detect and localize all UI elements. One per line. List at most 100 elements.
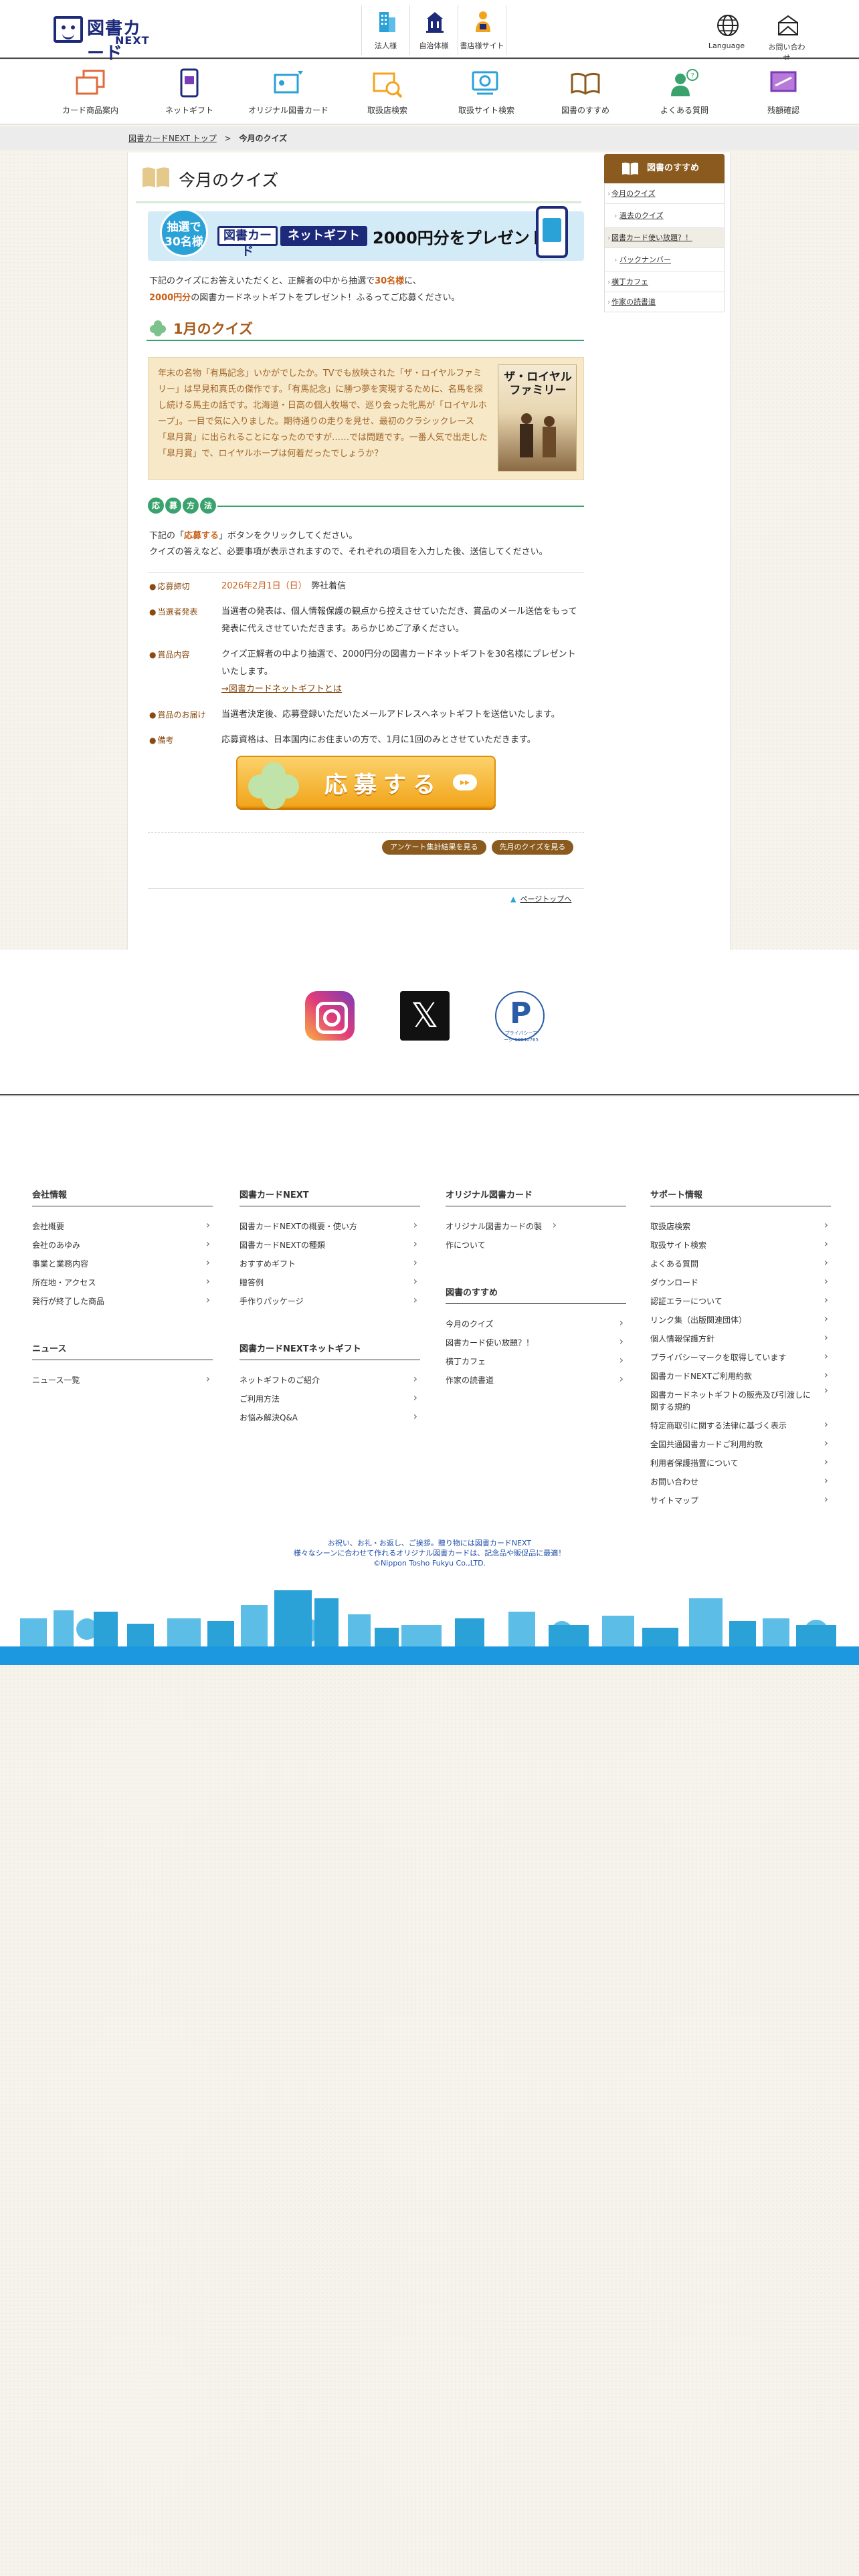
footer-link[interactable]: 横丁カフェ bbox=[446, 1351, 626, 1371]
privacy-mark-icon[interactable]: P プライバシーマーク 10840765 bbox=[495, 991, 545, 1043]
side-nav-item-unlimited[interactable]: 図書カード使い放題？！ bbox=[605, 227, 724, 248]
smartphone-icon bbox=[536, 206, 568, 258]
side-nav-item-backnumber[interactable]: バックナンバー bbox=[605, 247, 724, 272]
footer-link[interactable]: 図書カード使い放題？！ bbox=[446, 1332, 626, 1352]
gnav-item-original-card[interactable]: オリジナル図書カード bbox=[245, 60, 332, 124]
page-top-link[interactable]: ページトップへ bbox=[520, 895, 571, 903]
footer-link[interactable]: 図書カードNEXTご利用約款 bbox=[650, 1366, 831, 1386]
footer-list: オリジナル図書カードの製作について bbox=[446, 1216, 626, 1255]
side-nav-item-cafe[interactable]: 横丁カフェ bbox=[605, 272, 724, 292]
cards-icon bbox=[76, 70, 105, 95]
footer-column-4: サポート情報 取扱店検索 取扱サイト検索 よくある質問 ダウンロード 認証エラー… bbox=[650, 1188, 831, 1541]
footer-link[interactable]: 作家の読書道 bbox=[446, 1370, 626, 1390]
svg-text:?: ? bbox=[690, 72, 694, 80]
side-nav-item-author[interactable]: 作家の読書道 bbox=[605, 292, 724, 312]
footer-link[interactable]: 図書カードNEXTの概要・使い方 bbox=[240, 1216, 420, 1236]
footer-link[interactable]: 全国共通図書カードご利用約款 bbox=[650, 1434, 831, 1454]
balance-card-icon bbox=[770, 71, 797, 92]
footer-link[interactable]: ニュース一覧 bbox=[32, 1370, 213, 1390]
footer-link[interactable]: 贈答例 bbox=[240, 1272, 420, 1292]
side-nav-list: 今月のクイズ 過去のクイズ 図書カード使い放題？！ バックナンバー 横丁カフェ … bbox=[604, 183, 725, 312]
info-label: 当選者発表 bbox=[149, 603, 221, 638]
side-nav-link[interactable]: 横丁カフェ bbox=[611, 278, 648, 286]
privacy-mark-number: プライバシーマーク 10840765 bbox=[504, 1031, 539, 1043]
instagram-icon[interactable] bbox=[305, 991, 355, 1041]
footer-link[interactable]: 認証エラーについて bbox=[650, 1291, 831, 1311]
banner-present-text: 2000円分をプレゼント! bbox=[373, 229, 553, 247]
footer-link[interactable]: ダウンロード bbox=[650, 1272, 831, 1292]
net-gift-about-link[interactable]: →図書カードネットギフトとは bbox=[221, 684, 342, 694]
header-link-municipality[interactable]: 自治体様 bbox=[410, 5, 458, 55]
footer-link[interactable]: 今月のクイズ bbox=[446, 1313, 626, 1333]
gnav-item-site-search[interactable]: 取扱サイト検索 bbox=[443, 60, 530, 124]
gnav-item-store-search[interactable]: 取扱店検索 bbox=[344, 60, 431, 124]
footer-column-2: 図書カードNEXT 図書カードNEXTの概要・使い方 図書カードNEXTの種類 … bbox=[240, 1188, 420, 1458]
building-icon bbox=[379, 12, 395, 32]
footer-link[interactable]: プライバシーマークを取得しています bbox=[650, 1347, 831, 1367]
footer-link[interactable]: リンク集（出版関連団体） bbox=[650, 1309, 831, 1329]
gnav-item-card-products[interactable]: カード商品案内 bbox=[47, 60, 134, 124]
apply-button[interactable]: 応募する ▸▸ bbox=[236, 756, 496, 809]
gnav-item-balance[interactable]: 残額確認 bbox=[740, 60, 827, 124]
apply-method-char: 募 bbox=[165, 498, 181, 514]
language-label: Language bbox=[708, 41, 745, 50]
header-link-bookstore[interactable]: 書店様サイト bbox=[458, 5, 506, 55]
info-label: 備考 bbox=[149, 732, 221, 749]
footer-link[interactable]: 個人情報保護方針 bbox=[650, 1328, 831, 1348]
side-nav-link[interactable]: 図書カード使い放題？！ bbox=[611, 233, 692, 242]
site-logo[interactable]: 図書カード NEXT bbox=[54, 13, 158, 64]
gnav-item-faq[interactable]: ? よくある質問 bbox=[641, 60, 728, 124]
x-twitter-icon[interactable]: 𝕏 bbox=[400, 991, 450, 1041]
footer-heading: 図書カードNEXTネットギフト bbox=[240, 1341, 420, 1360]
footer-heading: 図書カードNEXT bbox=[240, 1188, 420, 1206]
quiz-question-box: 年末の名物「有馬記念」いかがでしたか。TVでも放映された「ザ・ロイヤルファミリー… bbox=[148, 357, 584, 480]
gnav-item-net-gift[interactable]: ネットギフト bbox=[146, 60, 233, 124]
quiz-question-text: 年末の名物「有馬記念」いかがでしたか。TVでも放映された「ザ・ロイヤルファミリー… bbox=[158, 368, 488, 459]
footer-link[interactable]: 利用者保護措置について bbox=[650, 1453, 831, 1473]
footer-heading: オリジナル図書カード bbox=[446, 1188, 626, 1206]
footer-link[interactable]: 所在地・アクセス bbox=[32, 1272, 213, 1292]
last-month-quiz-button[interactable]: 先月のクイズを見る bbox=[491, 840, 574, 855]
global-nav: カード商品案内 ネットギフト オリジナル図書カード 取扱店検索 取扱サイト検索 … bbox=[0, 60, 859, 124]
footer-link[interactable]: 図書カードネットギフトの販売及び引渡しに関する規約 bbox=[650, 1384, 831, 1416]
footer-link[interactable]: おすすめギフト bbox=[240, 1253, 420, 1273]
header-link-corporate[interactable]: 法人様 bbox=[362, 5, 410, 55]
footer-link[interactable]: ご利用方法 bbox=[240, 1388, 420, 1408]
side-nav-link[interactable]: 今月のクイズ bbox=[611, 189, 656, 198]
side-nav-link[interactable]: 作家の読書道 bbox=[611, 298, 656, 306]
footer-link[interactable]: 会社のあゆみ bbox=[32, 1235, 213, 1255]
contact-button[interactable]: お問い合わせ bbox=[765, 13, 808, 63]
footer-link[interactable]: お問い合わせ bbox=[650, 1471, 831, 1491]
footer-link[interactable]: 手作りパッケージ bbox=[240, 1291, 420, 1311]
language-button[interactable]: Language bbox=[705, 13, 748, 63]
prize-text: クイズ正解者の中より抽選で、2000円分の図書カードネットギフトを30名様にプレ… bbox=[221, 649, 576, 677]
badge-line2: 30名様 bbox=[165, 235, 203, 249]
survey-results-button[interactable]: アンケート集計結果を見る bbox=[382, 840, 486, 855]
side-nav-item-past-quiz[interactable]: 過去のクイズ bbox=[605, 203, 724, 228]
footer-link[interactable]: 取扱店検索 bbox=[650, 1216, 831, 1236]
footer-link[interactable]: よくある質問 bbox=[650, 1253, 831, 1273]
intro-part: に、 bbox=[404, 276, 421, 286]
footer-link[interactable]: 事業と業務内容 bbox=[32, 1253, 213, 1273]
site-search-icon bbox=[472, 71, 498, 95]
intro-text: 下記のクイズにお答えいただくと、正解者の中から抽選で30名様に、 2000円分の… bbox=[149, 273, 584, 306]
footer-list: 今月のクイズ 図書カード使い放題？！ 横丁カフェ 作家の読書道 bbox=[446, 1313, 626, 1390]
copyright-text: ©Nippon Tosho Fukyu Co.,LTD. bbox=[373, 1559, 486, 1568]
footer-link[interactable]: 発行が終了した商品 bbox=[32, 1291, 213, 1311]
gnav-item-book-recommend[interactable]: 図書のすすめ bbox=[542, 60, 629, 124]
site-footer: 会社情報 会社概要 会社のあゆみ 事業と業務内容 所在地・アクセス 発行が終了し… bbox=[0, 1097, 859, 1665]
footer-link[interactable]: ネットギフトのご紹介 bbox=[240, 1370, 420, 1390]
footer-link[interactable]: 特定商取引に関する法律に基づく表示 bbox=[650, 1415, 831, 1435]
footer-link[interactable]: 会社概要 bbox=[32, 1216, 213, 1236]
breadcrumb-top-link[interactable]: 図書カードNEXT トップ bbox=[128, 134, 217, 143]
footer-link[interactable]: オリジナル図書カードの製作について bbox=[446, 1216, 559, 1255]
info-row-remarks: 備考 応募資格は、日本国内にお住まいの方で、1月に1回のみとさせていただきます。 bbox=[149, 732, 584, 749]
side-nav-item-quiz[interactable]: 今月のクイズ bbox=[605, 183, 724, 204]
footer-link[interactable]: 図書カードNEXTの種類 bbox=[240, 1235, 420, 1255]
side-nav-link[interactable]: バックナンバー bbox=[619, 255, 671, 264]
side-nav-link[interactable]: 過去のクイズ bbox=[619, 211, 664, 220]
footer-link[interactable]: サイトマップ bbox=[650, 1490, 831, 1510]
apply-method-label: 応募方法 bbox=[148, 498, 217, 514]
footer-link[interactable]: お悩み解決Q&A bbox=[240, 1407, 420, 1427]
footer-link[interactable]: 取扱サイト検索 bbox=[650, 1235, 831, 1255]
